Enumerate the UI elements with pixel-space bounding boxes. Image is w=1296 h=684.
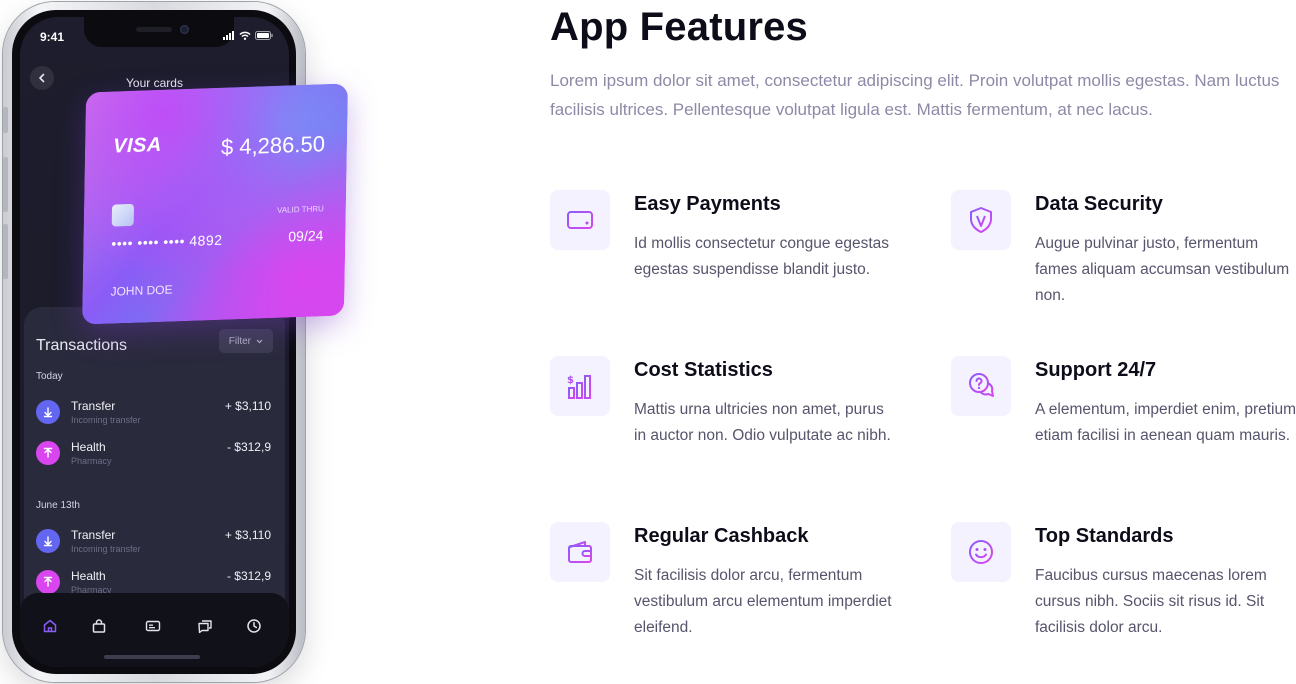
tab-bar bbox=[20, 593, 289, 667]
feature-icon-box bbox=[951, 190, 1011, 250]
feature-support: Support 24/7 A elementum, imperdiet enim… bbox=[951, 356, 1296, 506]
feature-icon-box bbox=[951, 522, 1011, 582]
card-valid-label: VALID THRU bbox=[276, 204, 324, 215]
svg-text:$: $ bbox=[567, 375, 574, 386]
incoming-transfer-icon bbox=[36, 400, 60, 424]
statistics-icon: $ bbox=[567, 375, 591, 399]
feature-title: Support 24/7 bbox=[1035, 359, 1157, 381]
status-icons bbox=[223, 31, 273, 40]
feature-easy-payments: Easy Payments Id mollis consectetur cong… bbox=[550, 190, 889, 340]
feature-description: Mattis urna ultricies non amet, purus in… bbox=[634, 401, 891, 444]
card-expiry: 09/24 bbox=[288, 227, 324, 245]
phone-notch bbox=[84, 17, 234, 47]
card-icon bbox=[145, 620, 161, 632]
tab-cards[interactable] bbox=[143, 616, 163, 636]
card-holder: JOHN DOE bbox=[110, 282, 173, 299]
card-number: •••• •••• •••• 4892 bbox=[111, 231, 223, 252]
section-description: Lorem ipsum dolor sit amet, consectetur … bbox=[550, 71, 1280, 119]
transaction-name: Health bbox=[71, 569, 106, 583]
feature-top-standards: Top Standards Faucibus cursus maecenas l… bbox=[951, 522, 1281, 672]
wifi-icon bbox=[239, 31, 251, 40]
transaction-amount: - $312,9 bbox=[226, 569, 271, 583]
transaction-subtitle: Incoming transfer bbox=[71, 415, 141, 425]
feature-icon-box bbox=[550, 190, 610, 250]
tab-messages[interactable] bbox=[195, 616, 215, 636]
payment-card-icon bbox=[567, 211, 593, 229]
phone-side-button bbox=[3, 107, 8, 133]
outgoing-payment-icon bbox=[36, 570, 60, 594]
feature-title: Top Standards bbox=[1035, 525, 1174, 547]
transaction-amount: + $3,110 bbox=[224, 528, 271, 542]
filter-button[interactable]: Filter bbox=[218, 329, 273, 353]
transaction-subtitle: Incoming transfer bbox=[71, 544, 141, 554]
camera bbox=[180, 25, 189, 34]
transaction-name: Health bbox=[71, 440, 106, 454]
phone-side-button bbox=[3, 224, 8, 279]
feature-description: Faucibus cursus maecenas lorem cursus ni… bbox=[1035, 567, 1267, 636]
feature-data-security: Data Security Augue pulvinar justo, ferm… bbox=[951, 190, 1289, 340]
feature-title: Cost Statistics bbox=[634, 359, 773, 381]
transaction-subtitle: Pharmacy bbox=[71, 456, 112, 466]
incoming-transfer-icon bbox=[36, 529, 60, 553]
section-title: App Features bbox=[550, 5, 809, 49]
chat-icon bbox=[198, 620, 212, 634]
transaction-amount: - $312,9 bbox=[226, 440, 271, 454]
feature-description: A elementum, imperdiet enim, pretium eti… bbox=[1035, 401, 1296, 444]
status-time: 9:41 bbox=[40, 30, 65, 44]
credit-card[interactable]: VISA $ 4,286.50 VALID THRU •••• •••• •••… bbox=[81, 83, 349, 325]
chevron-down-icon bbox=[256, 339, 263, 343]
transactions-title: Transactions bbox=[36, 337, 127, 354]
card-chip-icon bbox=[111, 203, 135, 227]
tab-shopping[interactable] bbox=[89, 616, 109, 636]
feature-description: Augue pulvinar justo, fermentum fames al… bbox=[1035, 235, 1290, 304]
smile-icon bbox=[969, 540, 993, 564]
transaction-amount: + $3,110 bbox=[224, 399, 271, 413]
clock-icon bbox=[247, 619, 261, 633]
tab-home[interactable] bbox=[40, 616, 60, 636]
bag-icon bbox=[92, 619, 106, 633]
home-icon bbox=[43, 619, 57, 633]
feature-icon-box bbox=[951, 356, 1011, 416]
tab-history[interactable] bbox=[244, 616, 264, 636]
filter-label: Filter bbox=[228, 335, 251, 347]
feature-title: Data Security bbox=[1035, 193, 1163, 215]
card-brand: VISA bbox=[112, 133, 162, 158]
speaker bbox=[136, 27, 172, 32]
feature-cost-statistics: $ Cost Statistics Mattis urna ultricies … bbox=[550, 356, 891, 506]
transaction-row[interactable]: Transfer Incoming transfer + $3,110 bbox=[36, 528, 271, 560]
transaction-group-label: Today bbox=[36, 371, 63, 382]
home-indicator bbox=[104, 655, 200, 659]
feature-title: Easy Payments bbox=[634, 193, 781, 215]
feature-icon-box bbox=[550, 522, 610, 582]
feature-cashback: Regular Cashback Sit facilisis dolor arc… bbox=[550, 522, 892, 672]
transaction-name: Transfer bbox=[71, 528, 116, 542]
transaction-name: Transfer bbox=[71, 399, 116, 413]
feature-description: Id mollis consectetur congue egestas ege… bbox=[634, 235, 890, 278]
transaction-row[interactable]: Transfer Incoming transfer + $3,110 bbox=[36, 399, 271, 431]
support-chat-icon bbox=[969, 373, 994, 397]
feature-icon-box: $ bbox=[550, 356, 610, 416]
outgoing-payment-icon bbox=[36, 441, 60, 465]
shield-icon bbox=[970, 207, 992, 233]
transaction-row[interactable]: Health Pharmacy - $312,9 bbox=[36, 440, 271, 472]
phone-side-button bbox=[3, 157, 8, 212]
card-balance: $ 4,286.50 bbox=[220, 131, 326, 160]
signal-icon bbox=[223, 31, 234, 40]
wallet-icon bbox=[568, 541, 592, 563]
battery-icon bbox=[255, 31, 273, 40]
feature-description: Sit facilisis dolor arcu, fermentum vest… bbox=[634, 567, 892, 636]
transaction-group-label: June 13th bbox=[36, 500, 80, 511]
feature-title: Regular Cashback bbox=[634, 525, 809, 547]
